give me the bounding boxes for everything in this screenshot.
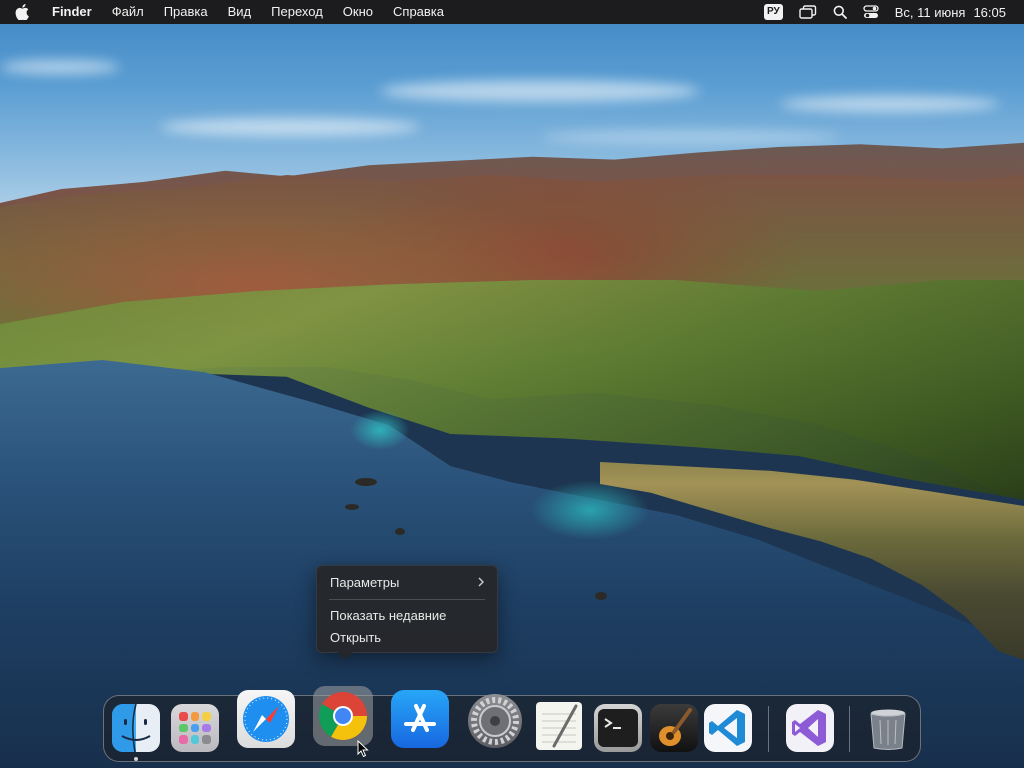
terminal-glyph: [598, 709, 638, 747]
input-source-menu[interactable]: РУ: [756, 0, 791, 24]
vscode-glyph: [709, 710, 745, 746]
dock-separator: [768, 706, 769, 752]
context-menu-item-label: Параметры: [330, 575, 400, 590]
chevron-right-glyph: [478, 577, 484, 587]
gear-icon: [471, 697, 519, 745]
menu-view[interactable]: Вид: [218, 0, 262, 24]
context-menu-item-open[interactable]: Открыть: [317, 627, 497, 649]
dock-visual-studio-icon[interactable]: [786, 704, 834, 752]
mouse-cursor-icon: [357, 740, 369, 758]
running-indicator: [134, 757, 138, 761]
menu-go[interactable]: Переход: [261, 0, 333, 24]
dock-app-store-icon[interactable]: [391, 690, 449, 748]
wallpaper-rock: [395, 528, 405, 535]
finder-glyph: [112, 704, 151, 752]
wallpaper-cove: [350, 410, 410, 450]
input-language-badge: РУ: [763, 4, 783, 20]
safari-compass-glyph: [243, 696, 289, 742]
guitar-icon: [659, 708, 692, 746]
spotlight-search-icon[interactable]: [825, 0, 855, 24]
wallpaper-cloud: [380, 80, 700, 102]
context-menu-item-label: Показать недавние: [330, 608, 447, 623]
wallpaper-cloud: [160, 118, 420, 136]
dock-separator: [849, 706, 850, 752]
screen-mirroring-icon[interactable]: [791, 0, 825, 24]
wallpaper-rock: [345, 504, 359, 510]
dock-textedit-icon[interactable]: [536, 702, 582, 750]
menu-file[interactable]: Файл: [102, 0, 154, 24]
chevron-right-icon: [478, 572, 484, 594]
dock-garageband-icon[interactable]: [650, 704, 698, 752]
dock-system-preferences-icon[interactable]: [468, 694, 522, 748]
menu-bar-clock[interactable]: Вс, 11 июня 16:05: [887, 5, 1006, 20]
wallpaper-cloud: [540, 130, 840, 144]
dock-terminal-icon[interactable]: [594, 704, 642, 752]
wallpaper-cloud: [780, 96, 1000, 112]
dock-chrome-icon[interactable]: [313, 686, 373, 746]
context-menu-item-options[interactable]: Параметры: [317, 572, 497, 594]
menu-edit[interactable]: Правка: [154, 0, 218, 24]
context-menu-item-show-recent[interactable]: Показать недавние: [317, 605, 497, 627]
textedit-glyph: [542, 704, 578, 748]
app-store-glyph: [404, 704, 436, 732]
search-glyph: [833, 5, 847, 19]
menu-bar-left: Finder Файл Правка Вид Переход Окно Спра…: [0, 0, 454, 24]
dock-finder-icon[interactable]: [112, 704, 160, 752]
menu-help[interactable]: Справка: [383, 0, 454, 24]
clock-time: 16:05: [973, 4, 1006, 20]
context-menu-item-label: Открыть: [330, 630, 382, 645]
clock-date: Вс, 11 июня: [894, 4, 966, 20]
dock-trash-icon[interactable]: [864, 704, 912, 752]
dock-safari-icon[interactable]: [237, 690, 295, 748]
control-center-icon[interactable]: [855, 0, 887, 24]
chrome-glyph: [318, 692, 367, 741]
wallpaper-rock: [355, 478, 377, 486]
control-center-glyph: [863, 5, 879, 18]
menu-bar-status: РУ Вс, 11 июня 16:05: [756, 0, 1024, 24]
dock-context-menu: Параметры Показать недавние Открыть: [316, 565, 498, 660]
dock: [103, 686, 921, 762]
dock-launchpad-icon[interactable]: [171, 704, 219, 752]
menu-app-finder[interactable]: Finder: [44, 0, 102, 24]
launchpad-grid: [179, 712, 211, 744]
wallpaper-cloud: [0, 60, 120, 74]
visual-studio-glyph: [792, 710, 826, 746]
wallpaper-rock: [595, 592, 607, 600]
dock-vscode-icon[interactable]: [704, 704, 752, 752]
context-menu-separator: [329, 599, 485, 600]
menu-window[interactable]: Окно: [333, 0, 383, 24]
trash-icon: [870, 709, 906, 750]
desktop-wallpaper: [0, 0, 1024, 768]
menu-bar: Finder Файл Правка Вид Переход Окно Спра…: [0, 0, 1024, 24]
apple-logo-glyph: [15, 4, 29, 20]
screen-mirroring-glyph: [799, 5, 816, 19]
apple-logo-icon[interactable]: [0, 0, 44, 24]
